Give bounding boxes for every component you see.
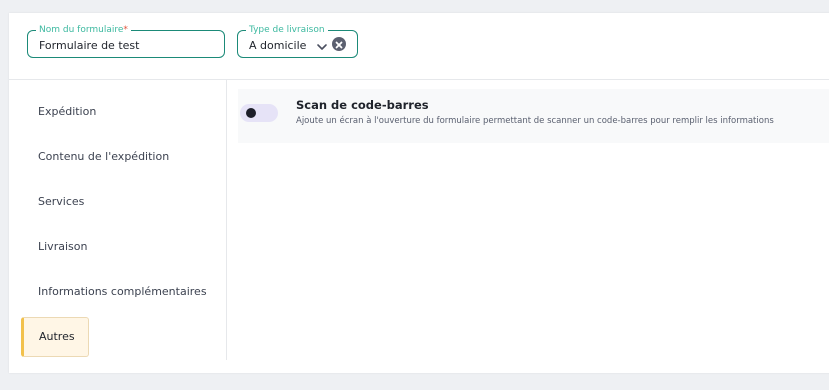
delivery-type-value[interactable]: A domicile bbox=[249, 39, 306, 52]
toggle-knob bbox=[246, 108, 256, 118]
sidebar-item-informations[interactable]: Informations complémentaires bbox=[21, 272, 221, 312]
form-name-field[interactable]: Nom du formulaire* Formulaire de test bbox=[27, 24, 225, 58]
sidebar-item-expedition[interactable]: Expédition bbox=[21, 92, 221, 132]
sidebar-item-livraison[interactable]: Livraison bbox=[21, 227, 221, 267]
clear-icon[interactable] bbox=[332, 37, 346, 51]
sidebar-item-services[interactable]: Services bbox=[21, 182, 221, 222]
option-barcode-scan: Scan de code-barres Ajoute un écran à l'… bbox=[238, 89, 829, 143]
delivery-type-label: Type de livraison bbox=[246, 24, 328, 36]
barcode-scan-toggle[interactable] bbox=[240, 104, 278, 122]
form-name-value[interactable]: Formulaire de test bbox=[39, 39, 139, 52]
chevron-down-icon[interactable] bbox=[316, 38, 328, 50]
option-description: Ajoute un écran à l'ouverture du formula… bbox=[296, 116, 774, 126]
form-editor-card: Nom du formulaire* Formulaire de test Ty… bbox=[9, 13, 829, 373]
section-sidebar: Expédition Contenu de l'expédition Servi… bbox=[9, 80, 227, 360]
form-name-label: Nom du formulaire* bbox=[36, 24, 131, 36]
delivery-type-select[interactable]: Type de livraison A domicile bbox=[237, 24, 358, 58]
sidebar-item-contenu[interactable]: Contenu de l'expédition bbox=[21, 137, 221, 177]
sidebar-item-autres[interactable]: Autres bbox=[21, 317, 89, 357]
option-title: Scan de code-barres bbox=[296, 98, 429, 112]
form-header: Nom du formulaire* Formulaire de test Ty… bbox=[9, 13, 829, 80]
required-marker: * bbox=[123, 25, 128, 35]
